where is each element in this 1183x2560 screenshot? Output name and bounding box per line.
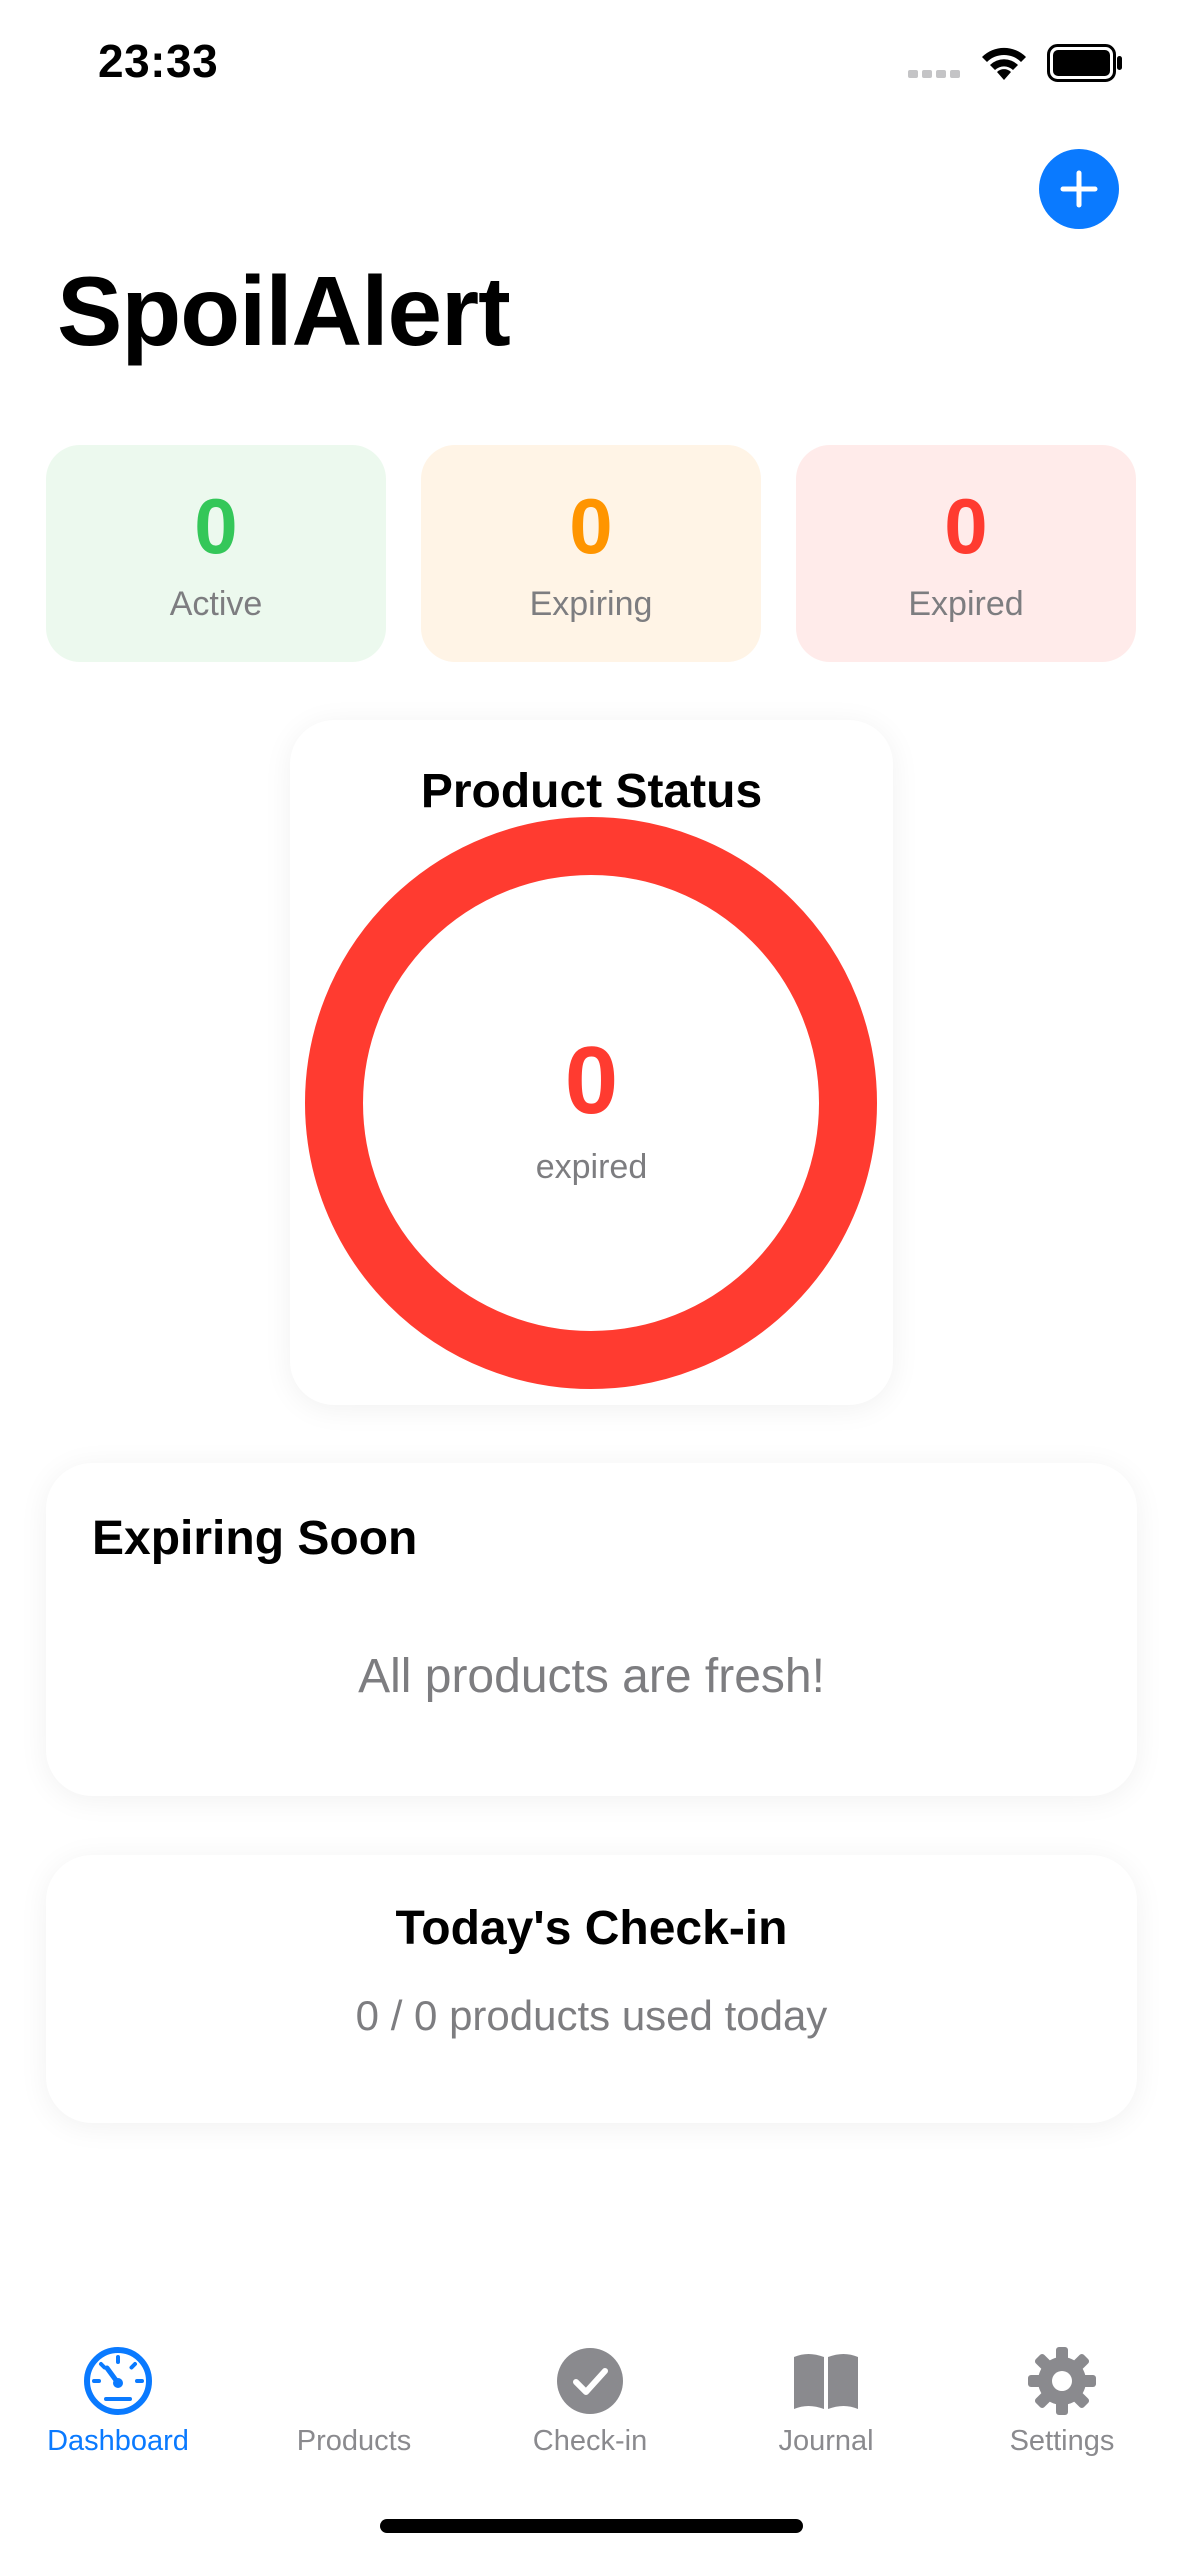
status-time: 23:33: [98, 35, 219, 87]
stat-expired-label: Expired: [908, 585, 1024, 623]
expiring-soon-title: Expiring Soon: [92, 1512, 418, 1565]
expired-count: 0: [564, 1027, 619, 1134]
tab-settings[interactable]: Settings: [944, 2335, 1180, 2465]
tab-dashboard[interactable]: Dashboard: [0, 2335, 236, 2465]
tab-products[interactable]: Products: [236, 2335, 472, 2465]
tab-settings-label: Settings: [1009, 2425, 1115, 2457]
tab-journal[interactable]: Journal: [708, 2335, 944, 2465]
product-status-card: Product Status 0 expired: [290, 720, 893, 1405]
stat-expiring-label: Expiring: [529, 585, 653, 623]
stat-card-active[interactable]: 0 Active: [46, 445, 386, 662]
cellular-signal-icon: [908, 70, 960, 78]
expiring-soon-empty-message: All products are fresh!: [358, 1650, 825, 1703]
tab-journal-label: Journal: [778, 2425, 874, 2457]
wifi-icon: [982, 47, 1026, 80]
page-title: SpoilAlert: [57, 256, 511, 366]
stat-card-expiring[interactable]: 0 Expiring: [421, 445, 761, 662]
checkmark-circle-icon: [557, 2348, 623, 2414]
tab-products-label: Products: [296, 2425, 412, 2457]
stat-active-count: 0: [194, 482, 238, 570]
stat-active-label: Active: [169, 585, 263, 623]
stat-card-expired[interactable]: 0 Expired: [796, 445, 1136, 662]
plus-icon: [1060, 170, 1098, 208]
book-icon: [794, 2354, 858, 2409]
stat-expired-count: 0: [944, 482, 988, 570]
gear-icon: [1028, 2347, 1096, 2415]
home-indicator: [380, 2519, 803, 2533]
expiring-soon-card: Expiring Soon All products are fresh!: [46, 1463, 1137, 1796]
tab-checkin[interactable]: Check-in: [472, 2335, 708, 2465]
gauge-icon: [84, 2347, 152, 2415]
stat-expiring-count: 0: [569, 482, 613, 570]
tab-dashboard-label: Dashboard: [47, 2425, 189, 2457]
battery-icon: [1047, 44, 1122, 82]
todays-checkin-card[interactable]: Today's Check-in 0 / 0 products used tod…: [46, 1855, 1137, 2123]
expired-label: expired: [535, 1148, 648, 1186]
add-product-button[interactable]: [1039, 149, 1119, 229]
checkin-title: Today's Check-in: [395, 1902, 788, 1955]
checkin-summary: 0 / 0 products used today: [355, 1992, 828, 2039]
product-status-title: Product Status: [420, 765, 763, 818]
tab-checkin-label: Check-in: [532, 2425, 648, 2457]
